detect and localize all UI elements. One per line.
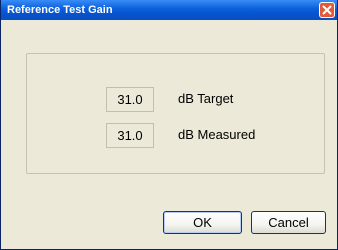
dialog-window: Reference Test Gain 31.0 dB Target 31.0 … [0, 0, 338, 250]
target-gain-value: 31.0 [106, 87, 154, 112]
ok-button[interactable]: OK [163, 211, 242, 234]
title-bar[interactable]: Reference Test Gain [1, 0, 337, 20]
gain-group-box [26, 53, 325, 174]
measured-gain-label: dB Measured [178, 127, 256, 142]
window-title: Reference Test Gain [7, 4, 113, 16]
close-icon [322, 5, 332, 15]
target-gain-label: dB Target [178, 91, 234, 106]
measured-gain-value: 31.0 [106, 123, 154, 148]
cancel-button[interactable]: Cancel [251, 211, 326, 234]
close-button[interactable] [319, 2, 335, 18]
